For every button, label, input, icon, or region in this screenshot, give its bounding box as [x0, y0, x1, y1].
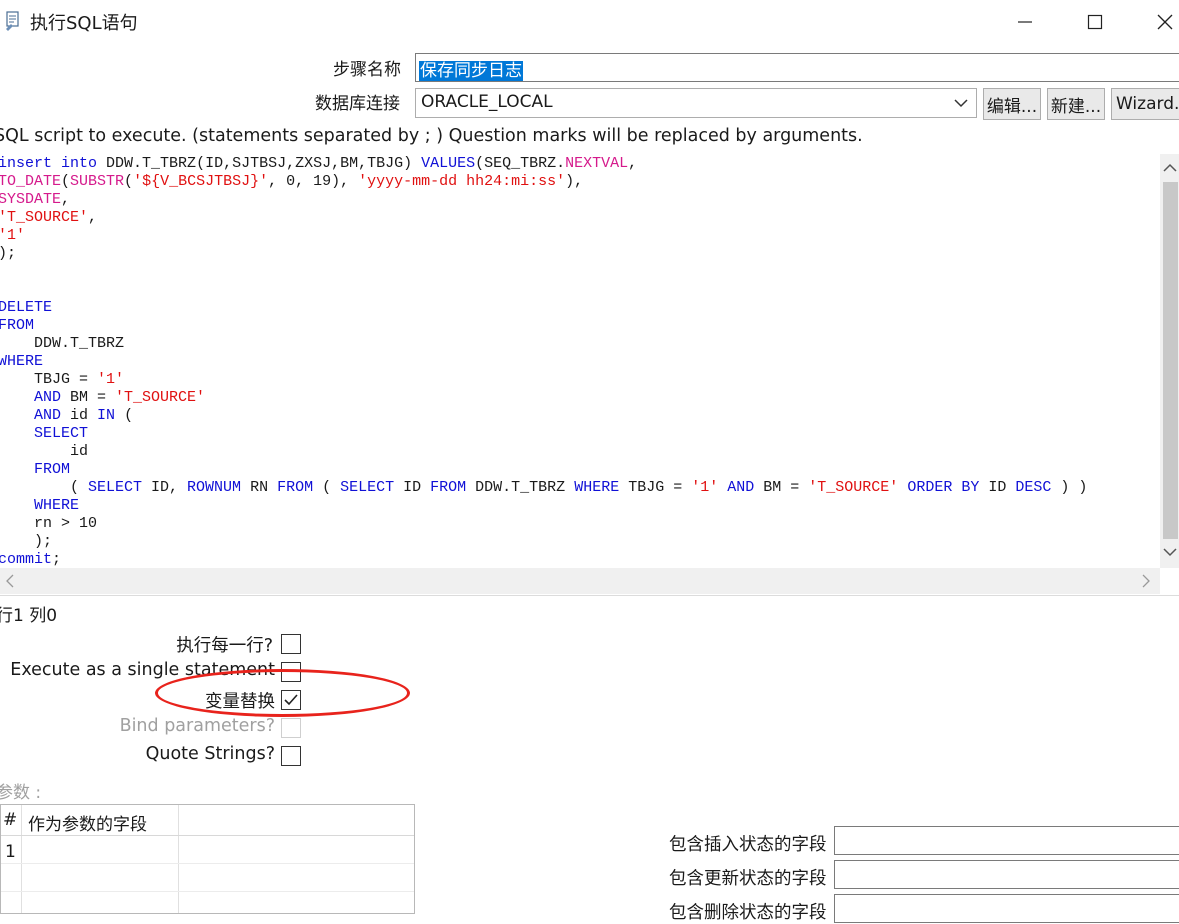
arrow-left-icon[interactable]: [2, 572, 18, 590]
sql-script-description: SQL script to execute. (statements separ…: [0, 126, 863, 146]
step-name-input[interactable]: 保存同步日志: [415, 53, 1179, 82]
update-status-field-label: 包含更新状态的字段: [669, 869, 827, 889]
insert-status-field-input[interactable]: [834, 826, 1179, 855]
table-row[interactable]: 1: [5, 842, 16, 862]
column-header-field: 作为参数的字段: [28, 815, 147, 835]
arrow-right-icon[interactable]: [1138, 572, 1154, 590]
parameters-table[interactable]: # 作为参数的字段 1: [0, 804, 415, 914]
delete-status-field-label: 包含删除状态的字段: [669, 903, 827, 923]
step-name-label: 步骤名称: [333, 60, 401, 80]
delete-status-field-input[interactable]: [834, 894, 1179, 923]
edit-connection-button[interactable]: 编辑...: [983, 88, 1041, 120]
title-bar: 执行SQL语句: [0, 0, 1179, 44]
bind-parameters-label: Bind parameters?: [119, 716, 275, 736]
update-status-field-input[interactable]: [834, 860, 1179, 889]
bind-parameters-checkbox[interactable]: [281, 718, 301, 738]
step-name-value: 保存同步日志: [419, 61, 523, 81]
wizard-button[interactable]: Wizard...: [1111, 88, 1179, 120]
new-connection-button[interactable]: 新建...: [1047, 88, 1105, 120]
window-title: 执行SQL语句: [30, 13, 138, 34]
quote-strings-label: Quote Strings?: [145, 744, 275, 764]
db-connection-select[interactable]: ORACLE_LOCAL: [415, 88, 977, 118]
sql-code: insert into DDW.T_TBRZ(ID,SJTBSJ,ZXSJ,BM…: [0, 155, 1088, 568]
execute-each-row-label: 执行每一行?: [176, 636, 273, 656]
chevron-down-icon[interactable]: [950, 93, 972, 113]
insert-status-field-label: 包含插入状态的字段: [669, 835, 827, 855]
minimize-icon: [1018, 21, 1032, 23]
minimize-button[interactable]: [1003, 4, 1047, 40]
sql-editor[interactable]: insert into DDW.T_TBRZ(ID,SJTBSJ,ZXSJ,BM…: [0, 154, 1179, 596]
horizontal-scrollbar[interactable]: [0, 568, 1160, 594]
cursor-position-status: 行1 列0: [0, 606, 58, 626]
arrow-down-icon[interactable]: [1162, 544, 1178, 560]
parameters-label: 参数 :: [0, 783, 42, 803]
close-icon: [1157, 14, 1173, 30]
maximize-button[interactable]: [1073, 4, 1117, 40]
highlight-annotation: [155, 669, 410, 717]
execute-each-row-checkbox[interactable]: [281, 634, 301, 654]
arrow-up-icon[interactable]: [1162, 160, 1178, 176]
quote-strings-checkbox[interactable]: [281, 746, 301, 766]
column-header-number: #: [3, 810, 18, 830]
db-connection-value: ORACLE_LOCAL: [421, 92, 553, 112]
vertical-scroll-thumb[interactable]: [1163, 182, 1178, 539]
close-button[interactable]: [1143, 4, 1179, 40]
app-icon: [5, 11, 22, 31]
maximize-icon: [1087, 14, 1103, 30]
db-connection-label: 数据库连接: [315, 94, 400, 114]
